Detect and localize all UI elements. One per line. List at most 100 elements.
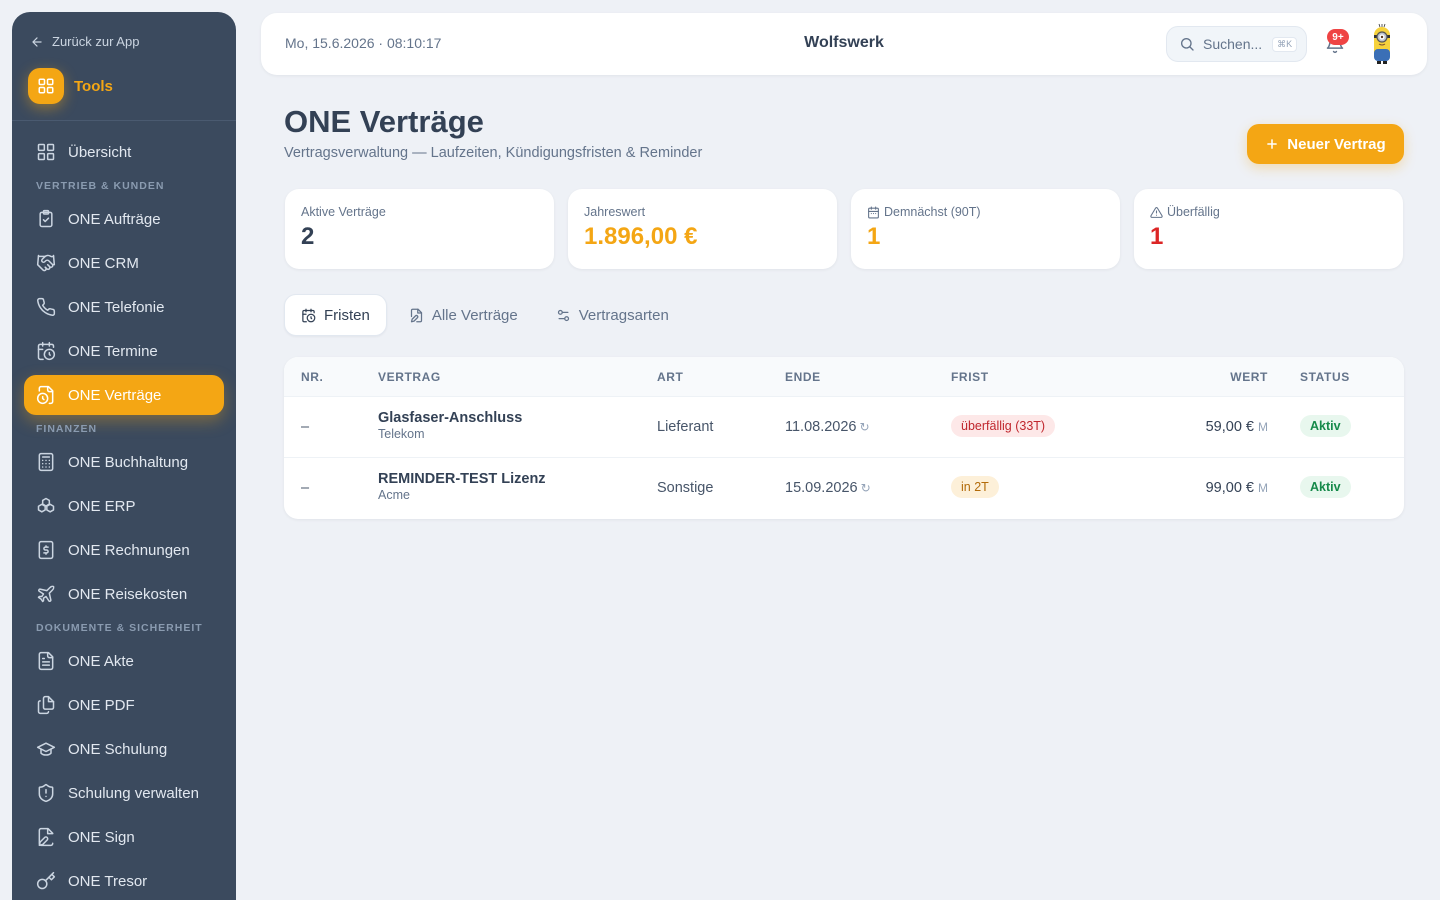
- stat-card-annual-value: Jahreswert 1.896,00 €: [568, 189, 837, 269]
- cell-wert: 99,00 € M: [1206, 480, 1268, 496]
- search-icon: [1181, 38, 1194, 51]
- stat-card-active-contracts: Aktive Verträge 2: [285, 189, 554, 269]
- column-header-art[interactable]: ART: [657, 370, 683, 384]
- stat-label: Aktive Verträge: [301, 205, 386, 219]
- file-text-icon: [38, 651, 54, 671]
- cell-nr: –: [301, 419, 310, 435]
- end-date: 15.09.2026: [785, 480, 858, 496]
- search-shortcut: ⌘K: [1272, 36, 1298, 52]
- cell-contract: Glasfaser-Anschluss Telekom: [378, 410, 522, 441]
- sidebar-item-label: ONE Aufträge: [68, 210, 161, 228]
- avatar[interactable]: [1369, 23, 1395, 65]
- top-header: Mo, 15.6.2026 · 08:10:17 Wolfswerk Suche…: [261, 13, 1427, 75]
- calendar-icon: [868, 206, 879, 218]
- sidebar-item-label: ONE Telefonie: [68, 298, 165, 316]
- tab-label: Alle Verträge: [431, 306, 518, 324]
- column-header-frist[interactable]: FRIST: [951, 370, 989, 384]
- arrow-left-icon: [32, 36, 42, 47]
- grid-icon: [37, 143, 55, 161]
- search-input[interactable]: Suchen... ⌘K: [1166, 26, 1307, 62]
- tab-vertragsarten[interactable]: Vertragsarten: [540, 294, 685, 336]
- stat-label: Überfällig: [1167, 205, 1220, 219]
- sidebar-item-label: ONE PDF: [68, 696, 135, 714]
- calendar-clock-icon: [302, 308, 316, 322]
- new-contract-button[interactable]: Neuer Vertrag: [1247, 124, 1404, 164]
- status-badge: Aktiv: [1300, 415, 1351, 437]
- table-header: NR. VERTRAG ART ENDE FRIST WERT STATUS: [284, 357, 1404, 397]
- cell-frist: überfällig (33T): [951, 415, 1056, 437]
- boxes-icon: [37, 497, 55, 513]
- file-edit-icon: [410, 308, 422, 322]
- sidebar-item-vertraege[interactable]: ONE Verträge: [24, 375, 224, 415]
- cell-wert: 59,00 € M: [1206, 419, 1268, 435]
- sidebar-item-label: ONE ERP: [68, 497, 136, 515]
- tab-alle-vertraege[interactable]: Alle Verträge: [393, 294, 534, 336]
- table-row[interactable]: – REMINDER-TEST Lizenz Acme Sonstige 15.…: [284, 458, 1404, 519]
- page-title: ONE Verträge: [284, 104, 484, 139]
- receipt-dollar-icon: [38, 540, 54, 560]
- sidebar-item-akte[interactable]: ONE Akte: [24, 641, 224, 681]
- sidebar-item-schulung[interactable]: ONE Schulung: [24, 729, 224, 769]
- stat-value: 1.896,00 €: [584, 223, 698, 250]
- sidebar-item-termine[interactable]: ONE Termine: [24, 331, 224, 371]
- files-icon: [37, 695, 55, 715]
- sidebar-item-label: Schulung verwalten: [68, 784, 199, 802]
- cell-ende: 15.09.2026 ↻: [785, 480, 871, 496]
- cell-status: Aktiv: [1300, 415, 1351, 437]
- status-badge: Aktiv: [1300, 476, 1351, 498]
- column-header-nr[interactable]: NR.: [301, 370, 323, 384]
- sidebar-item-tresor[interactable]: ONE Tresor: [24, 861, 224, 900]
- calculator-icon: [38, 452, 54, 472]
- sidebar-item-uebersicht[interactable]: Übersicht: [24, 132, 224, 172]
- sidebar-item-label: ONE Tresor: [68, 872, 148, 890]
- sidebar-item-label: ONE Schulung: [68, 740, 168, 758]
- sidebar-item-buchhaltung[interactable]: ONE Buchhaltung: [24, 442, 224, 482]
- tab-fristen[interactable]: Fristen: [284, 294, 387, 336]
- file-signature-icon: [38, 827, 54, 847]
- column-header-ende[interactable]: ENDE: [785, 370, 821, 384]
- sidebar-item-sign[interactable]: ONE Sign: [24, 817, 224, 857]
- sidebar-divider: [12, 120, 236, 121]
- back-to-app-link[interactable]: Zurück zur App: [30, 34, 139, 49]
- calendar-clock-icon: [37, 341, 56, 361]
- sidebar-section-label: VERTRIEB & KUNDEN: [36, 180, 165, 192]
- sidebar-item-reisekosten[interactable]: ONE Reisekosten: [24, 574, 224, 614]
- tools-header[interactable]: Tools: [28, 68, 113, 104]
- column-header-vertrag[interactable]: VERTRAG: [378, 370, 441, 384]
- tab-label: Fristen: [324, 306, 370, 324]
- sidebar-section-label: DOKUMENTE & SICHERHEIT: [36, 622, 203, 634]
- column-header-wert[interactable]: WERT: [1230, 370, 1268, 384]
- sidebar-item-label: ONE Termine: [68, 342, 158, 360]
- plus-icon: [1267, 139, 1278, 149]
- search-placeholder: Suchen...: [1203, 36, 1263, 52]
- stat-card-overdue: Überfällig 1: [1134, 189, 1403, 269]
- sidebar-item-telefonie[interactable]: ONE Telefonie: [24, 287, 224, 327]
- sidebar-item-rechnungen[interactable]: ONE Rechnungen: [24, 530, 224, 570]
- cell-frist: in 2T: [951, 476, 999, 498]
- page-subtitle: Vertragsverwaltung — Laufzeiten, Kündigu…: [284, 145, 703, 161]
- file-clock-icon: [36, 385, 54, 405]
- handshake-icon: [36, 254, 56, 272]
- cell-nr: –: [301, 480, 310, 496]
- contract-partner: Acme: [378, 488, 410, 502]
- header-datetime: Mo, 15.6.2026 · 08:10:17: [285, 35, 442, 51]
- sidebar-item-label: ONE Buchhaltung: [68, 453, 189, 471]
- cell-art: Sonstige: [657, 480, 714, 496]
- clipboard-check-icon: [39, 209, 53, 228]
- sidebar-item-pdf[interactable]: ONE PDF: [24, 685, 224, 725]
- sidebar-item-label: ONE Sign: [68, 828, 135, 846]
- contract-value: 59,00 €: [1205, 419, 1254, 435]
- sidebar-item-label: ONE CRM: [68, 254, 139, 272]
- table-row[interactable]: – Glasfaser-Anschluss Telekom Lieferant …: [284, 397, 1404, 458]
- value-unit: M: [1258, 420, 1268, 434]
- key-icon: [36, 871, 56, 890]
- sidebar-item-auftraege[interactable]: ONE Aufträge: [24, 199, 224, 239]
- phone-icon: [37, 297, 56, 316]
- sidebar-item-erp[interactable]: ONE ERP: [24, 486, 224, 526]
- contract-partner: Telekom: [378, 427, 425, 441]
- view-tabs: Fristen Alle Verträge Vertragsarten: [284, 294, 685, 336]
- sidebar-nav: Übersicht VERTRIEB & KUNDEN ONE Aufträge…: [24, 132, 224, 900]
- sidebar-item-schulung-verwalten[interactable]: Schulung verwalten: [24, 773, 224, 813]
- column-header-status[interactable]: STATUS: [1300, 370, 1350, 384]
- sidebar-item-crm[interactable]: ONE CRM: [24, 243, 224, 283]
